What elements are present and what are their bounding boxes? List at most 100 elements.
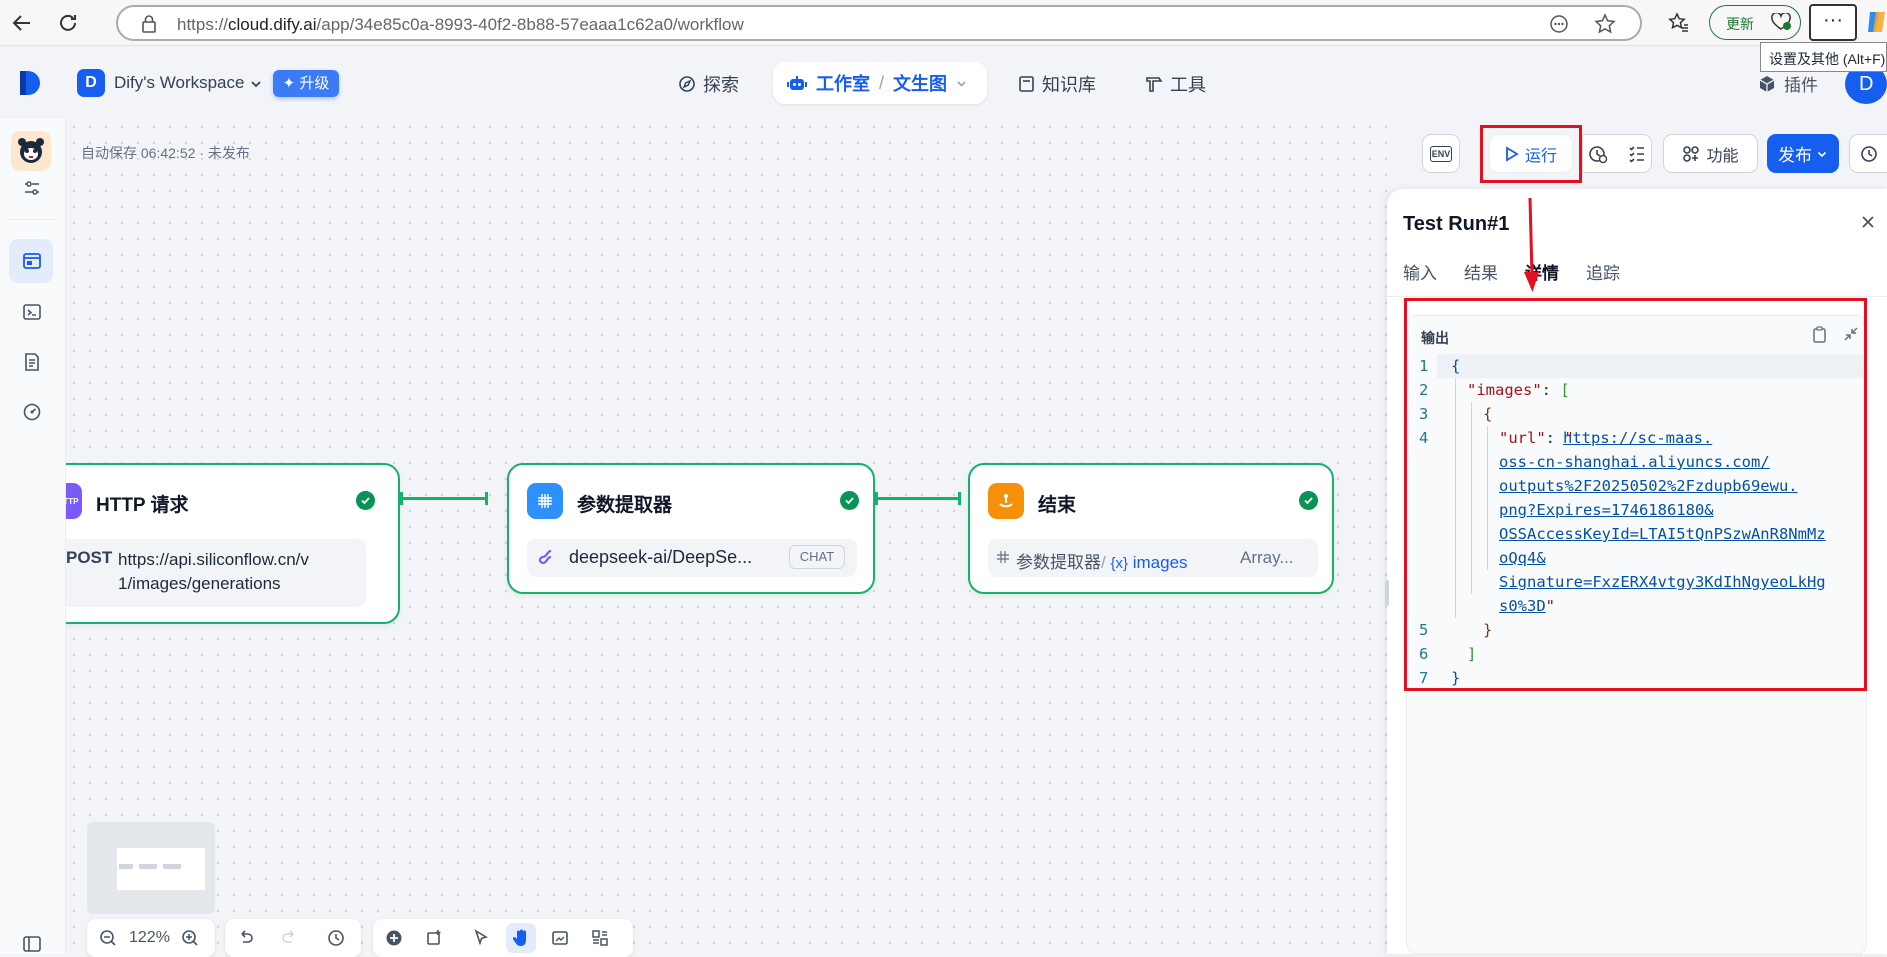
json-open-brace: { — [1451, 357, 1461, 375]
current-app-name[interactable]: 文生图 — [893, 70, 947, 96]
redo-icon[interactable] — [280, 929, 298, 947]
undo-icon[interactable] — [237, 929, 255, 947]
json-url-end-line: s0%3D" — [1499, 594, 1555, 618]
nav-knowledge[interactable]: 知识库 — [1018, 71, 1096, 97]
upgrade-button[interactable]: ✦ 升级 — [273, 70, 339, 97]
tab-trace[interactable]: 追踪 — [1586, 259, 1620, 284]
checklist-run-icon[interactable] — [1588, 144, 1608, 164]
minimap[interactable] — [87, 822, 215, 914]
json-url-link[interactable]: s0%3D — [1499, 597, 1546, 615]
nav-separator: / — [879, 72, 885, 93]
app-avatar-icon[interactable] — [11, 131, 51, 171]
json-url-link[interactable]: OSSAccessKeyId=LTAI5tQnPSzwAnR8NmMz — [1499, 522, 1826, 546]
pointer-icon[interactable] — [472, 929, 490, 947]
browser-update-button[interactable]: 更新 — [1709, 5, 1801, 40]
chevron-down-icon[interactable] — [956, 78, 967, 89]
json-key: "url" — [1499, 429, 1546, 447]
workspace-badge[interactable]: D — [77, 69, 105, 97]
zoom-in-icon[interactable] — [181, 929, 199, 947]
json-url-link[interactable]: https://sc-maas. — [1563, 426, 1712, 450]
copy-icon[interactable] — [1812, 326, 1827, 343]
add-note-icon[interactable] — [425, 929, 443, 947]
lock-icon[interactable] — [140, 14, 158, 34]
sidebar-divider — [10, 219, 54, 220]
canvas-tools — [373, 919, 633, 957]
tab-input[interactable]: 输入 — [1403, 259, 1437, 284]
dify-logo[interactable] — [18, 69, 42, 97]
indent-guide — [1487, 426, 1488, 570]
node-parameter-extractor[interactable]: 参数提取器 deepseek-ai/DeepSe... CHAT — [507, 463, 875, 594]
zoom-control: 122% — [87, 919, 215, 957]
minimap-node — [119, 864, 133, 869]
run-button[interactable]: 运行 — [1489, 134, 1573, 173]
sidebar-item-monitor[interactable] — [19, 399, 45, 425]
json-inner-close: } — [1483, 621, 1493, 639]
env-icon: ENV — [1429, 145, 1453, 162]
json-inner-open: { — [1483, 405, 1493, 423]
star-icon[interactable] — [1594, 13, 1616, 35]
collapse-icon[interactable] — [1843, 326, 1859, 342]
sidebar-item-api[interactable] — [19, 299, 45, 325]
nav-plugins-label: 插件 — [1784, 76, 1818, 95]
http-request-detail: POST https://api.siliconflow.cn/v 1/imag… — [66, 539, 366, 607]
nav-studio-label: 工作室 — [816, 74, 870, 94]
sidebar-collapse-icon[interactable] — [19, 931, 45, 957]
autosave-status: 自动保存 06:42:52 · 未发布 — [81, 145, 250, 161]
add-node-icon[interactable] — [385, 929, 403, 947]
json-url-link[interactable]: png?Expires=1746186180& — [1499, 498, 1714, 522]
run-tools-group — [1582, 134, 1652, 173]
zoom-out-icon[interactable] — [99, 929, 117, 947]
nav-tools[interactable]: 工具 — [1145, 71, 1206, 97]
checklist-icon[interactable] — [1628, 145, 1646, 163]
sliders-icon[interactable] — [19, 175, 45, 201]
node-end[interactable]: 结束 参数提取器/ {x} images Array... — [968, 463, 1334, 594]
publish-button[interactable]: 发布 — [1767, 134, 1839, 173]
history-icon — [1860, 145, 1878, 163]
json-url-link[interactable]: Signature=FxzERX4vtgy3KdIhNgyeoLkHg — [1499, 570, 1826, 594]
back-icon[interactable] — [8, 9, 36, 37]
browser-more-button[interactable]: ··· — [1809, 4, 1857, 41]
copilot-icon[interactable] — [1866, 10, 1887, 34]
favorites-icon[interactable] — [1668, 12, 1690, 34]
reader-icon[interactable] — [1549, 14, 1569, 34]
nav-studio[interactable]: 工作室 / 文生图 — [773, 62, 987, 104]
panel-resize-handle[interactable] — [1385, 580, 1389, 606]
sidebar-item-logs[interactable] — [19, 349, 45, 375]
workflow-canvas[interactable]: 自动保存 06:42:52 · 未发布 HTTP HTTP 请求 POST ht… — [66, 119, 1387, 954]
line-number: 3 — [1419, 405, 1429, 423]
check-circle-icon — [840, 491, 859, 510]
json-close-brace: } — [1451, 669, 1461, 687]
robot-icon — [787, 74, 807, 92]
model-selector[interactable]: deepseek-ai/DeepSe... CHAT — [527, 539, 857, 577]
url-text[interactable]: https://cloud.dify.ai/app/34e85c0a-8993-… — [177, 15, 744, 35]
json-url-link[interactable]: oQq4& — [1499, 546, 1546, 570]
json-url-link[interactable]: outputs%2F20250502%2Fzdupb69ewu. — [1499, 474, 1798, 498]
refresh-icon[interactable] — [54, 9, 82, 37]
env-button[interactable]: ENV — [1422, 134, 1460, 173]
variable-icon: {x} — [1110, 555, 1128, 572]
variable-type: Array... — [1240, 548, 1294, 567]
apps-icon — [1682, 145, 1700, 163]
sidebar-item-orchestrate[interactable] — [19, 248, 45, 274]
export-image-icon[interactable] — [551, 929, 569, 947]
node-http-request[interactable]: HTTP HTTP 请求 POST https://api.siliconflo… — [66, 463, 400, 624]
hand-icon[interactable] — [506, 923, 536, 953]
nav-plugins[interactable]: 插件 — [1758, 71, 1818, 96]
zoom-level[interactable]: 122% — [129, 929, 170, 947]
json-url-link[interactable]: oss-cn-shanghai.aliyuncs.com/ — [1499, 450, 1770, 474]
history-icon[interactable] — [327, 929, 345, 947]
workspace-selector[interactable]: Dify's Workspace — [114, 73, 263, 93]
nav-explore[interactable]: 探索 — [678, 71, 739, 97]
compass-icon — [678, 75, 696, 93]
close-icon[interactable] — [1861, 215, 1875, 229]
address-bar[interactable]: https://cloud.dify.ai/app/34e85c0a-8993-… — [116, 5, 1642, 41]
end-flag-icon — [988, 483, 1024, 519]
chevron-down-icon — [249, 77, 263, 91]
node-title: HTTP 请求 — [96, 495, 189, 516]
features-button[interactable]: 功能 — [1663, 134, 1758, 173]
organize-icon[interactable] — [591, 929, 609, 947]
json-open-bracket: [ — [1560, 381, 1570, 399]
tab-result[interactable]: 结果 — [1464, 259, 1498, 284]
version-history-button[interactable] — [1849, 134, 1887, 173]
http-icon: HTTP — [66, 483, 82, 519]
